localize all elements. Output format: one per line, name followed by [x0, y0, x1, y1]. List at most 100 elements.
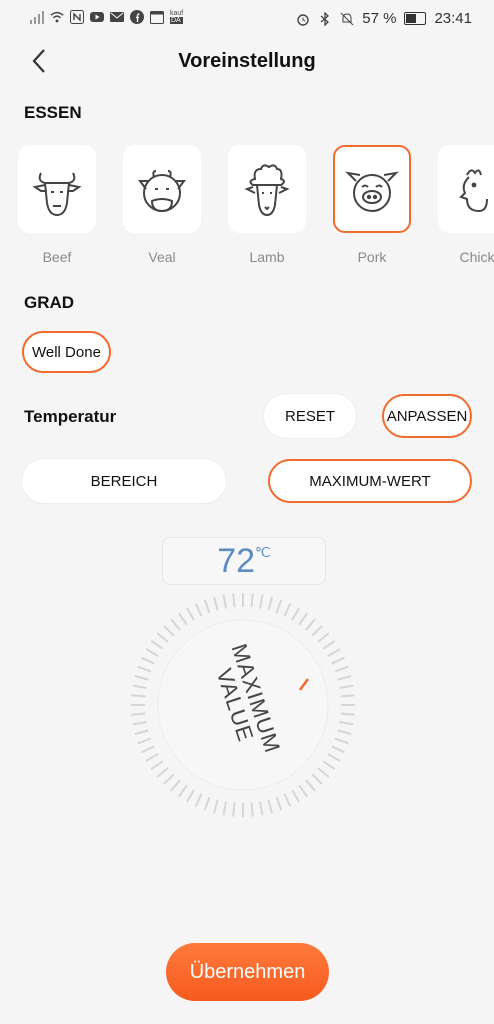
dial-tick: [267, 799, 273, 814]
dial-tick: [203, 599, 211, 614]
dial-tick: [327, 648, 341, 657]
dial-tick: [322, 639, 336, 650]
dial-tick: [311, 773, 323, 785]
dial-tick: [150, 760, 164, 771]
dial-tick: [275, 599, 283, 614]
dial-tick: [334, 737, 349, 745]
dial-tick: [137, 665, 152, 673]
bereich-button[interactable]: BEREICH: [22, 459, 226, 503]
dial-tick: [275, 796, 283, 811]
calendar-icon: [150, 11, 164, 24]
dial-tick: [186, 789, 195, 803]
food-card[interactable]: [228, 145, 306, 233]
battery-percent: 57 %: [362, 10, 397, 27]
dial-tick: [334, 665, 349, 673]
doneness-chip[interactable]: Well Done: [22, 331, 111, 373]
food-label: Chick: [459, 249, 494, 265]
dial-tick: [267, 596, 273, 611]
dial-tick: [311, 625, 323, 637]
chicken-icon: [459, 169, 488, 213]
dial-tick: [203, 796, 211, 811]
food-item-beef[interactable]: Beef: [18, 145, 96, 265]
dial-tick: [145, 753, 159, 762]
dial-tick: [298, 784, 309, 798]
status-bar: kauf DA 57 % 23:41: [0, 0, 494, 38]
dial-tick: [194, 603, 203, 617]
dial-tick: [132, 684, 147, 689]
dial-tick: [340, 712, 355, 716]
temperature-display: 72 ℃: [162, 537, 326, 585]
dial-tick: [259, 594, 264, 609]
food-card[interactable]: [123, 145, 201, 233]
dial-tick: [186, 607, 195, 621]
dial-tick: [156, 767, 169, 778]
dial-tick: [298, 612, 309, 626]
dial-tick: [291, 607, 300, 621]
dial-tick: [170, 779, 181, 792]
dial-tick: [141, 745, 155, 754]
bluetooth-icon: [320, 11, 330, 26]
sheep-icon: [244, 164, 290, 217]
temperature-value: 72: [217, 541, 256, 580]
battery-icon: [404, 12, 427, 25]
dial-tick: [177, 612, 188, 626]
food-carousel[interactable]: Beef Veal Lamb Pork Chick: [18, 145, 494, 275]
dial-tick: [283, 603, 292, 617]
essen-heading: ESSEN: [24, 103, 82, 122]
temperature-heading: Temperatur: [24, 407, 117, 426]
food-card[interactable]: [438, 145, 494, 233]
dial-tick: [340, 694, 355, 698]
dial-tick: [222, 801, 227, 816]
food-item-veal[interactable]: Veal: [123, 145, 201, 265]
facebook-icon: [130, 10, 144, 24]
food-item-pork[interactable]: Pork: [333, 145, 411, 265]
temperature-unit: ℃: [255, 544, 271, 560]
clock: 23:41: [434, 10, 472, 27]
dial-tick: [170, 618, 181, 631]
mail-icon: [110, 12, 124, 22]
food-label: Pork: [357, 249, 387, 265]
youtube-icon: [90, 12, 104, 22]
dial-tick: [145, 648, 159, 657]
wifi-icon: [50, 11, 64, 23]
dial-tick: [156, 632, 169, 643]
food-item-lamb[interactable]: Lamb: [228, 145, 306, 265]
dial-tick: [250, 593, 254, 608]
dial-tick: [150, 639, 164, 650]
dial-tick: [327, 753, 341, 762]
grad-heading: GRAD: [24, 293, 75, 312]
reset-button[interactable]: RESET: [264, 394, 356, 438]
dial-tick: [194, 793, 203, 807]
dial-tick: [283, 793, 292, 807]
maximum-wert-button[interactable]: MAXIMUM-WERT: [268, 459, 472, 503]
food-card-selected[interactable]: [333, 145, 411, 233]
dial-tick: [131, 712, 146, 716]
dial-tick: [317, 767, 330, 778]
dial-tick: [232, 802, 236, 817]
dial-tick: [163, 773, 175, 785]
signal-icon: [30, 11, 44, 24]
pig-icon: [345, 171, 399, 212]
page-title: Voreinstellung: [178, 50, 316, 72]
dial-tick: [337, 729, 352, 735]
apply-button[interactable]: Übernehmen: [166, 943, 329, 1001]
food-item-chicken[interactable]: Chick: [438, 145, 494, 265]
dial-tick: [339, 684, 354, 689]
food-card[interactable]: [18, 145, 96, 233]
dial-tick: [134, 729, 149, 735]
dial-tick: [250, 802, 254, 817]
dial-tick: [132, 721, 147, 726]
dial-tick: [305, 618, 316, 631]
dial-tick: [131, 694, 146, 698]
dial-tick: [141, 656, 155, 665]
dial-tick: [213, 799, 219, 814]
dial-tick: [177, 784, 188, 798]
food-label: Beef: [42, 249, 72, 265]
dial-tick: [163, 625, 175, 637]
dial-tick: [331, 656, 345, 665]
nfc-icon: [70, 10, 84, 24]
dial-tick: [331, 745, 345, 754]
kaufda-icon: kauf DA: [170, 10, 184, 24]
anpassen-button[interactable]: ANPASSEN: [382, 394, 472, 438]
dial-tick: [259, 801, 264, 816]
